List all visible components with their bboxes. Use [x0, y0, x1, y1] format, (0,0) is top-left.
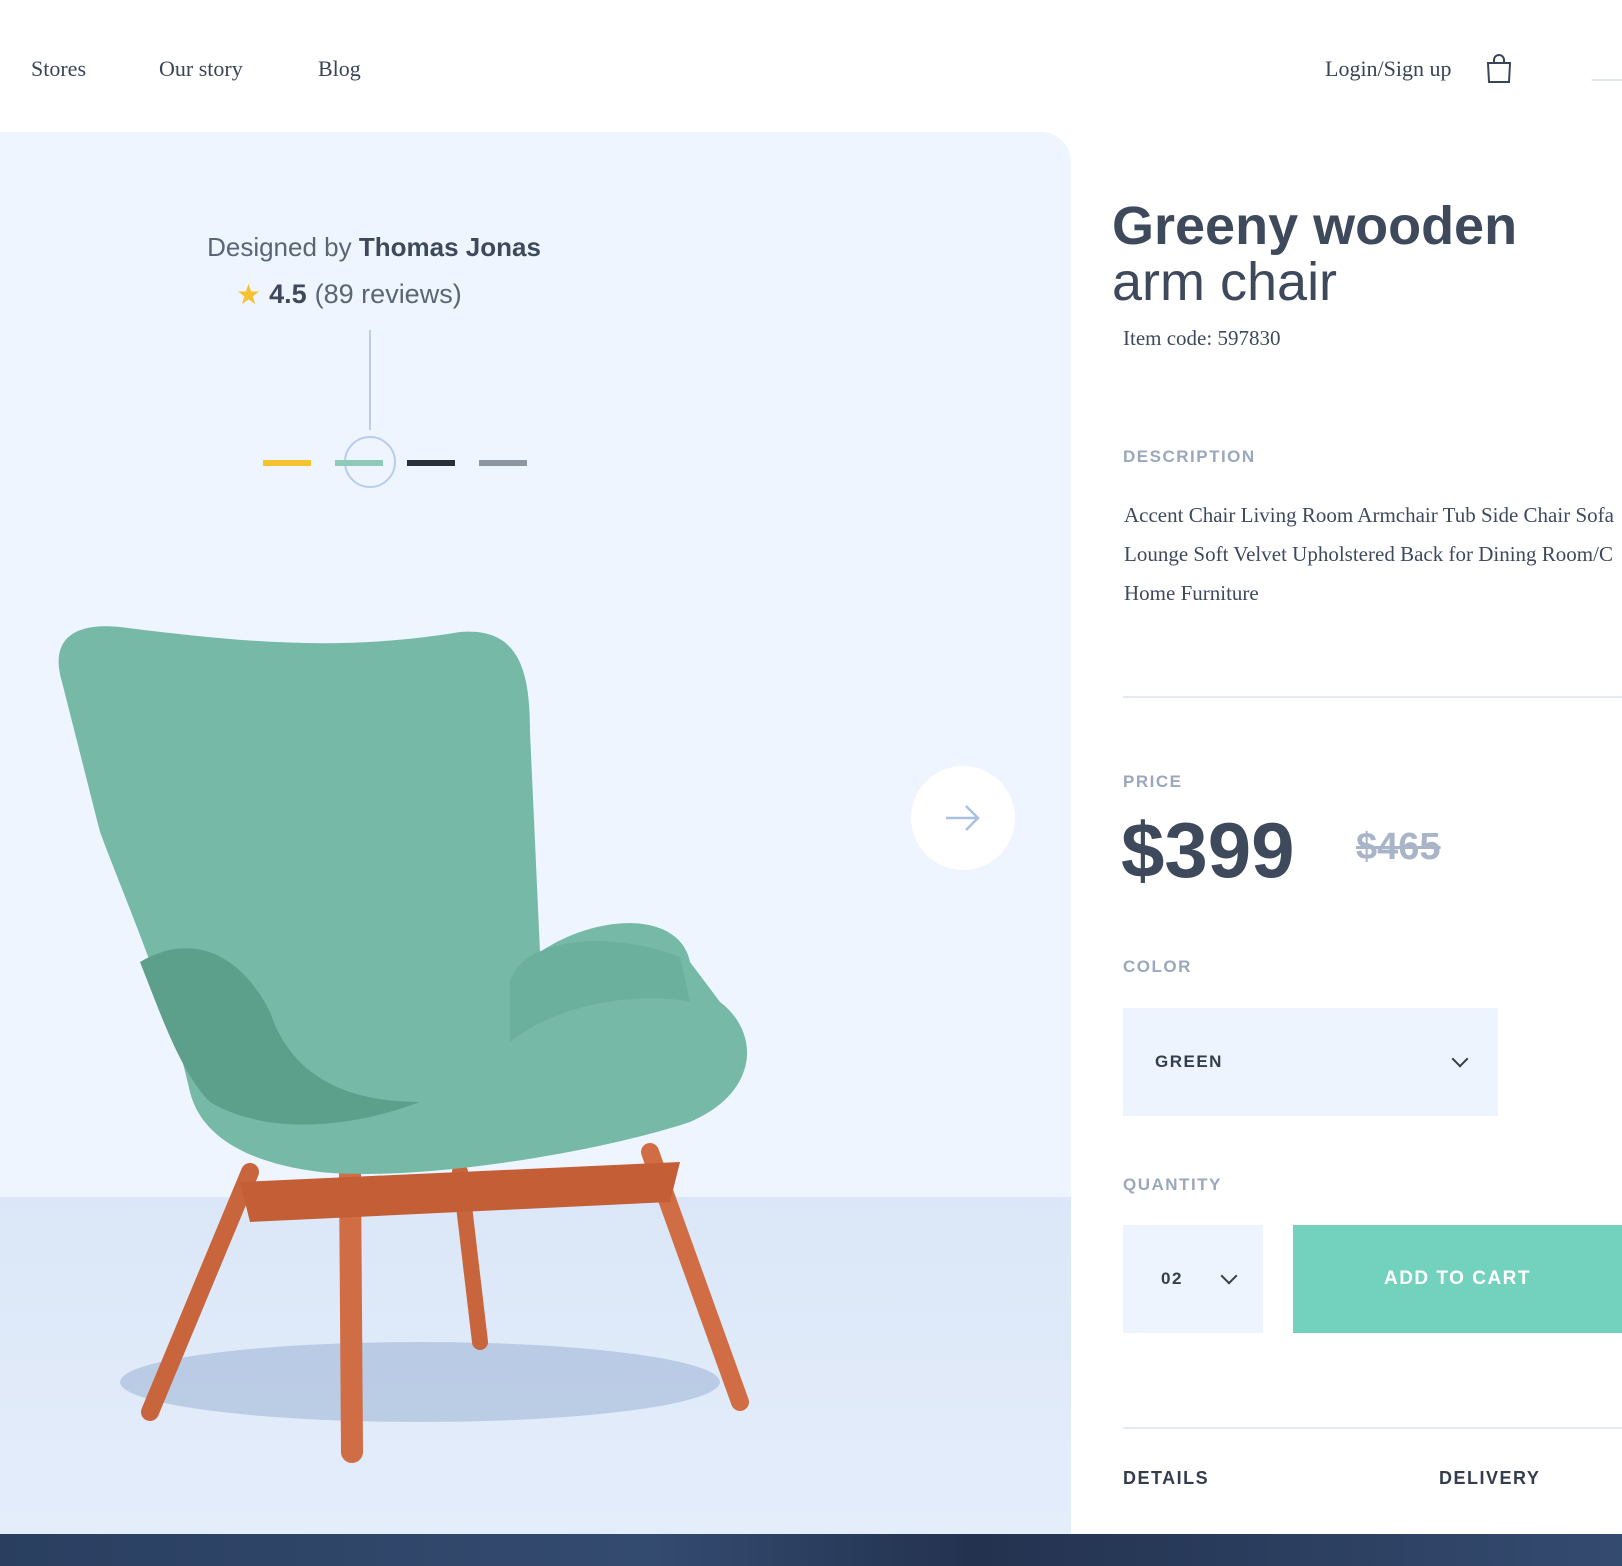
- nav-our-story[interactable]: Our story: [159, 56, 243, 82]
- arrow-right-icon: [946, 805, 980, 831]
- tab-details[interactable]: DETAILS: [1123, 1468, 1209, 1489]
- next-image-button[interactable]: [911, 766, 1015, 870]
- color-label: COLOR: [1123, 957, 1192, 976]
- description-line: Home Furniture: [1124, 581, 1259, 605]
- designer-name[interactable]: Thomas Jonas: [359, 232, 541, 262]
- swatch-yellow[interactable]: [263, 460, 311, 466]
- designer-credit: Designed by Thomas Jonas: [0, 232, 748, 263]
- menu-line: [1592, 79, 1622, 81]
- swatch-black[interactable]: [407, 460, 455, 466]
- nav-stores[interactable]: Stores: [31, 56, 86, 82]
- chair-image: [58, 626, 749, 1463]
- nav-blog[interactable]: Blog: [318, 56, 361, 82]
- star-icon: ★: [236, 279, 262, 310]
- rating-value: 4.5: [269, 279, 307, 309]
- product-gallery: Designed by Thomas Jonas ★ 4.5 (89 revie…: [0, 132, 1071, 1534]
- rating: ★ 4.5 (89 reviews): [236, 278, 462, 311]
- chevron-down-icon: [1451, 1050, 1469, 1068]
- divider: [1123, 1427, 1622, 1429]
- footer-banner: [0, 1534, 1622, 1566]
- title-line-2: arm chair: [1112, 252, 1338, 312]
- reviews-count[interactable]: (89 reviews): [315, 279, 462, 310]
- price-label: PRICE: [1123, 772, 1183, 791]
- tab-delivery[interactable]: DELIVERY: [1439, 1468, 1540, 1489]
- item-code: Item code: 597830: [1123, 326, 1281, 350]
- swatch-green[interactable]: [335, 460, 383, 466]
- product-title: Greeny wooden arm chair: [1112, 198, 1517, 310]
- color-value: GREEN: [1155, 1052, 1223, 1071]
- quantity-label: QUANTITY: [1123, 1175, 1222, 1194]
- designed-by-label: Designed by: [207, 232, 352, 262]
- add-to-cart-button[interactable]: ADD TO CART: [1293, 1225, 1622, 1333]
- description-label: DESCRIPTION: [1123, 447, 1256, 466]
- chevron-down-icon: [1220, 1267, 1238, 1285]
- quantity-select[interactable]: 02: [1123, 1225, 1263, 1333]
- old-price: $465: [1356, 826, 1441, 868]
- color-select[interactable]: GREEN: [1123, 1008, 1498, 1116]
- divider: [1123, 696, 1622, 698]
- login-signup-link[interactable]: Login/Sign up: [1325, 56, 1452, 82]
- description-line: Lounge Soft Velvet Upholstered Back for …: [1124, 542, 1613, 566]
- shopping-bag-icon[interactable]: [1486, 54, 1512, 89]
- swatch-grey[interactable]: [479, 460, 527, 466]
- swatch-pointer-line: [369, 330, 371, 430]
- quantity-value: 02: [1161, 1269, 1183, 1288]
- description-line: Accent Chair Living Room Armchair Tub Si…: [1124, 503, 1614, 527]
- description-text: Accent Chair Living Room Armchair Tub Si…: [1124, 496, 1614, 613]
- title-line-1: Greeny wooden: [1112, 196, 1518, 256]
- price: $399: [1121, 806, 1295, 894]
